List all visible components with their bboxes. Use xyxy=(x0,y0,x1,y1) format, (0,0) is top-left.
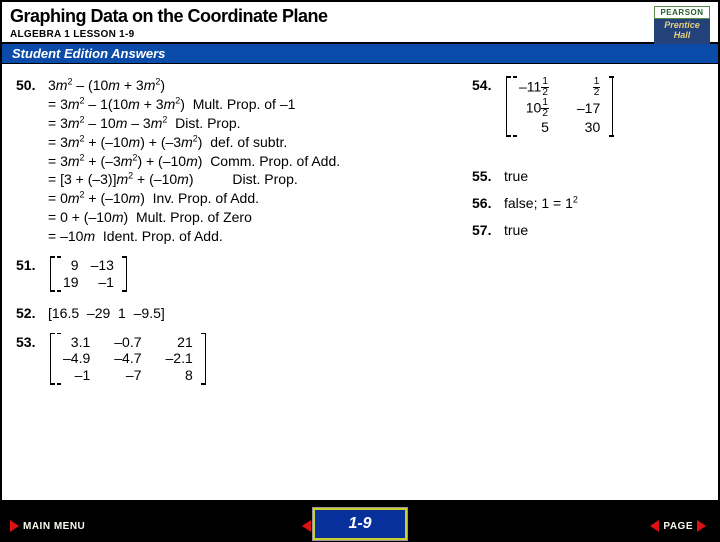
q51-matrix: 9 –13 19 –1 xyxy=(50,256,127,292)
question-51: 51. 9 –13 19 –1 xyxy=(16,256,446,292)
page-prev-icon[interactable] xyxy=(650,520,659,532)
q51-number: 51. xyxy=(16,256,48,275)
q50-line8: = –10m Ident. Prop. of Add. xyxy=(48,227,340,246)
bottom-nav: MAIN MENU LESSON PAGE 1-9 xyxy=(0,502,720,542)
q54-r2c0: 5 xyxy=(513,119,555,136)
q50-line2: = 3m2 – 10m – 3m2 Dist. Prop. xyxy=(48,114,340,133)
q57-answer: true xyxy=(504,221,528,240)
q50-line7: = 0 + (–10m) Mult. Prop. of Zero xyxy=(48,208,340,227)
section-bar: Student Edition Answers xyxy=(2,44,718,64)
q54-r1c0: 1012 xyxy=(513,98,555,119)
q54-r0c1: 12 xyxy=(555,77,606,98)
q50-line4: = 3m2 + (–3m2) + (–10m) Comm. Prop. of A… xyxy=(48,152,340,171)
content-area: 50. 3m2 – (10m + 3m2) = 3m2 – 1(10m + 3m… xyxy=(2,64,718,88)
lesson-prev-icon[interactable] xyxy=(302,520,311,532)
q50-line3: = 3m2 + (–10m) + (–3m2) def. of subtr. xyxy=(48,133,340,152)
prentice-hall-label: Prentice Hall xyxy=(654,19,710,44)
lesson-number-box: 1-9 xyxy=(313,508,407,540)
q50-number: 50. xyxy=(16,76,48,95)
q55-number: 55. xyxy=(472,167,504,186)
question-55: 55. true xyxy=(472,167,698,186)
question-50: 50. 3m2 – (10m + 3m2) = 3m2 – 1(10m + 3m… xyxy=(16,76,446,246)
main-menu-button[interactable]: MAIN MENU xyxy=(23,521,85,532)
q57-number: 57. xyxy=(472,221,504,240)
publisher-logo: PEARSON Prentice Hall xyxy=(654,6,710,44)
q56-answer: false; 1 = 12 xyxy=(504,194,578,213)
question-57: 57. true xyxy=(472,221,698,240)
question-56: 56. false; 1 = 12 xyxy=(472,194,698,213)
q56-number: 56. xyxy=(472,194,504,213)
q50-line5: = [3 + (–3)]m2 + (–10m) Dist. Prop. xyxy=(48,170,340,189)
title-bar: Graphing Data on the Coordinate Plane AL… xyxy=(2,2,718,44)
q54-r2c1: 30 xyxy=(555,119,606,136)
question-54: 54. –1112 12 1012 –17 5 xyxy=(472,76,698,137)
q54-r0c0: –1112 xyxy=(513,77,555,98)
q54-r1c1: –17 xyxy=(555,98,606,119)
question-52: 52. [16.5 –29 1 –9.5] xyxy=(16,304,446,323)
question-53: 53. 3.1–0.721 –4.9–4.7–2.1 –1–78 xyxy=(16,333,446,385)
page-label: PAGE xyxy=(663,521,693,532)
pearson-label: PEARSON xyxy=(654,6,710,19)
q55-answer: true xyxy=(504,167,528,186)
page-title: Graphing Data on the Coordinate Plane xyxy=(10,6,710,27)
page-next-icon[interactable] xyxy=(697,520,706,532)
q50-line6: = 0m2 + (–10m) Inv. Prop. of Add. xyxy=(48,189,340,208)
q52-number: 52. xyxy=(16,304,48,323)
q50-line1: = 3m2 – 1(10m + 3m2) Mult. Prop. of –1 xyxy=(48,95,340,114)
q50-line0: 3m2 – (10m + 3m2) xyxy=(48,76,340,95)
q54-number: 54. xyxy=(472,76,504,95)
q52-row-matrix: [16.5 –29 1 –9.5] xyxy=(48,304,165,323)
q53-number: 53. xyxy=(16,333,48,352)
main-menu-icon[interactable] xyxy=(10,520,19,532)
page-subtitle: ALGEBRA 1 LESSON 1-9 xyxy=(10,29,710,40)
q53-matrix: 3.1–0.721 –4.9–4.7–2.1 –1–78 xyxy=(50,333,206,385)
q54-matrix: –1112 12 1012 –17 5 30 xyxy=(506,76,613,137)
